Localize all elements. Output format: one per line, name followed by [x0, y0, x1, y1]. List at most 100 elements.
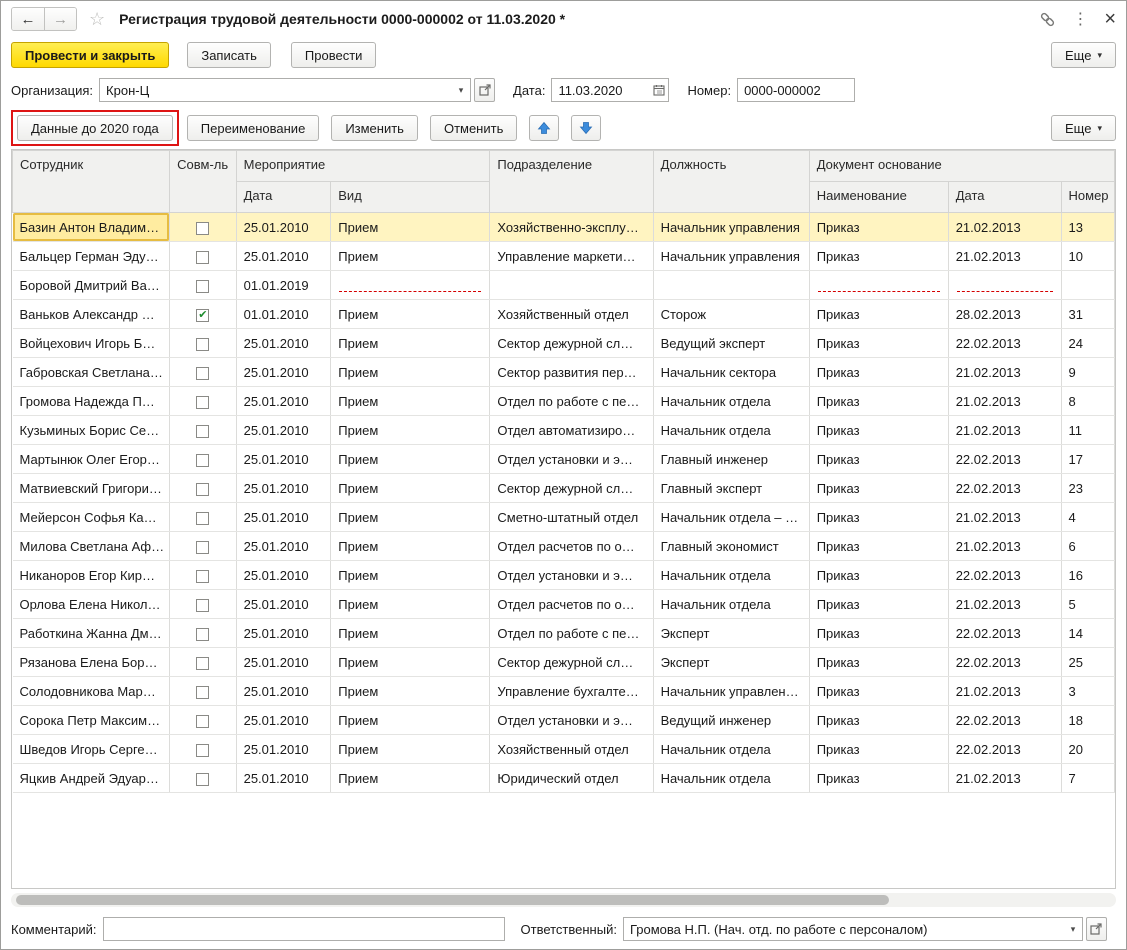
comment-input[interactable] — [103, 917, 505, 941]
doc-name-cell[interactable] — [809, 271, 948, 300]
position-cell[interactable]: Начальник отдела — [653, 764, 809, 793]
doc-number-cell[interactable]: 8 — [1061, 387, 1114, 416]
doc-date-cell[interactable]: 21.02.2013 — [948, 590, 1061, 619]
back-button[interactable]: ← — [12, 8, 44, 30]
parttime-cell[interactable] — [170, 503, 236, 532]
employee-cell[interactable]: Яцкив Андрей Эдуар… — [13, 764, 170, 793]
doc-date-cell[interactable]: 21.02.2013 — [948, 416, 1061, 445]
position-cell[interactable]: Главный экономист — [653, 532, 809, 561]
header-event-date[interactable]: Дата — [236, 182, 331, 213]
event-kind-cell[interactable]: Прием — [331, 416, 490, 445]
move-down-button[interactable] — [571, 115, 601, 141]
table-row[interactable]: Базин Антон Владим… 25.01.2010 Прием Хоз… — [13, 213, 1115, 242]
event-kind-cell[interactable] — [331, 271, 490, 300]
position-cell[interactable]: Начальник отдела — [653, 590, 809, 619]
header-doc-number[interactable]: Номер — [1061, 182, 1114, 213]
number-input[interactable] — [737, 78, 855, 102]
doc-number-cell[interactable]: 3 — [1061, 677, 1114, 706]
parttime-cell[interactable] — [170, 764, 236, 793]
event-kind-cell[interactable]: Прием — [331, 213, 490, 242]
more-button-table[interactable]: Еще ▾ — [1051, 115, 1116, 141]
position-cell[interactable]: Начальник отдела — [653, 387, 809, 416]
department-cell[interactable]: Хозяйственный отдел — [490, 735, 653, 764]
table-row[interactable]: Милова Светлана Аф… 25.01.2010 Прием Отд… — [13, 532, 1115, 561]
position-cell[interactable]: Сторож — [653, 300, 809, 329]
department-cell[interactable] — [490, 271, 653, 300]
department-cell[interactable]: Сектор дежурной сл… — [490, 648, 653, 677]
calendar-icon[interactable] — [650, 79, 668, 101]
event-date-cell[interactable]: 25.01.2010 — [236, 416, 331, 445]
employee-cell[interactable]: Громова Надежда П… — [13, 387, 170, 416]
doc-name-cell[interactable]: Приказ — [809, 677, 948, 706]
doc-number-cell[interactable]: 24 — [1061, 329, 1114, 358]
position-cell[interactable]: Эксперт — [653, 619, 809, 648]
table-row[interactable]: Войцехович Игорь Б… 25.01.2010 Прием Сек… — [13, 329, 1115, 358]
menu-dots-icon[interactable]: ⋮ — [1072, 9, 1088, 29]
employee-cell[interactable]: Орлова Елена Никол… — [13, 590, 170, 619]
parttime-cell[interactable] — [170, 735, 236, 764]
post-and-close-button[interactable]: Провести и закрыть — [11, 42, 169, 68]
position-cell[interactable]: Начальник сектора — [653, 358, 809, 387]
horizontal-scrollbar[interactable] — [11, 893, 1116, 907]
department-cell[interactable]: Юридический отдел — [490, 764, 653, 793]
doc-number-cell[interactable]: 5 — [1061, 590, 1114, 619]
doc-name-cell[interactable]: Приказ — [809, 764, 948, 793]
employee-cell[interactable]: Габровская Светлана… — [13, 358, 170, 387]
doc-name-cell[interactable]: Приказ — [809, 387, 948, 416]
doc-name-cell[interactable]: Приказ — [809, 213, 948, 242]
table-row[interactable]: Работкина Жанна Дм… 25.01.2010 Прием Отд… — [13, 619, 1115, 648]
parttime-cell[interactable] — [170, 213, 236, 242]
event-date-cell[interactable]: 25.01.2010 — [236, 648, 331, 677]
close-icon[interactable]: × — [1104, 8, 1116, 31]
edit-button[interactable]: Изменить — [331, 115, 418, 141]
position-cell[interactable]: Начальник отдела – … — [653, 503, 809, 532]
doc-number-cell[interactable]: 23 — [1061, 474, 1114, 503]
post-button[interactable]: Провести — [291, 42, 377, 68]
parttime-checkbox[interactable] — [196, 222, 209, 235]
table-row[interactable]: Ваньков Александр … ✔ 01.01.2010 Прием Х… — [13, 300, 1115, 329]
header-event-group[interactable]: Мероприятие — [236, 151, 490, 182]
more-button-top[interactable]: Еще ▾ — [1051, 42, 1116, 68]
responsible-open-button[interactable] — [1086, 917, 1107, 941]
parttime-checkbox[interactable] — [196, 483, 209, 496]
department-cell[interactable]: Хозяйственно-эксплу… — [490, 213, 653, 242]
doc-name-cell[interactable]: Приказ — [809, 329, 948, 358]
parttime-checkbox[interactable] — [196, 715, 209, 728]
department-cell[interactable]: Отдел расчетов по о… — [490, 590, 653, 619]
parttime-checkbox[interactable] — [196, 744, 209, 757]
position-cell[interactable]: Ведущий эксперт — [653, 329, 809, 358]
header-parttime[interactable]: Совм-ль — [170, 151, 236, 213]
table-row[interactable]: Шведов Игорь Серге… 25.01.2010 Прием Хоз… — [13, 735, 1115, 764]
event-date-cell[interactable]: 01.01.2019 — [236, 271, 331, 300]
cancel-button[interactable]: Отменить — [430, 115, 517, 141]
doc-name-cell[interactable]: Приказ — [809, 590, 948, 619]
parttime-checkbox[interactable] — [196, 251, 209, 264]
doc-date-cell[interactable] — [948, 271, 1061, 300]
department-cell[interactable]: Сектор развития пер… — [490, 358, 653, 387]
doc-date-cell[interactable]: 22.02.2013 — [948, 735, 1061, 764]
doc-date-cell[interactable]: 22.02.2013 — [948, 474, 1061, 503]
doc-number-cell[interactable]: 14 — [1061, 619, 1114, 648]
event-kind-cell[interactable]: Прием — [331, 590, 490, 619]
event-kind-cell[interactable]: Прием — [331, 764, 490, 793]
position-cell[interactable]: Главный эксперт — [653, 474, 809, 503]
event-date-cell[interactable]: 25.01.2010 — [236, 735, 331, 764]
date-input[interactable] — [552, 79, 650, 101]
event-kind-cell[interactable]: Прием — [331, 445, 490, 474]
table-row[interactable]: Никаноров Егор Кир… 25.01.2010 Прием Отд… — [13, 561, 1115, 590]
employee-cell[interactable]: Сорока Петр Максим… — [13, 706, 170, 735]
employee-cell[interactable]: Ваньков Александр … — [13, 300, 170, 329]
doc-name-cell[interactable]: Приказ — [809, 561, 948, 590]
header-position[interactable]: Должность — [653, 151, 809, 213]
parttime-cell[interactable] — [170, 445, 236, 474]
table-row[interactable]: Рязанова Елена Бор… 25.01.2010 Прием Сек… — [13, 648, 1115, 677]
position-cell[interactable]: Начальник отдела — [653, 735, 809, 764]
table-row[interactable]: Бальцер Герман Эду… 25.01.2010 Прием Упр… — [13, 242, 1115, 271]
position-cell[interactable]: Начальник отдела — [653, 561, 809, 590]
parttime-checkbox[interactable] — [196, 280, 209, 293]
doc-date-cell[interactable]: 21.02.2013 — [948, 764, 1061, 793]
doc-name-cell[interactable]: Приказ — [809, 532, 948, 561]
doc-name-cell[interactable]: Приказ — [809, 474, 948, 503]
department-cell[interactable]: Управление бухгалте… — [490, 677, 653, 706]
parttime-checkbox[interactable] — [196, 338, 209, 351]
